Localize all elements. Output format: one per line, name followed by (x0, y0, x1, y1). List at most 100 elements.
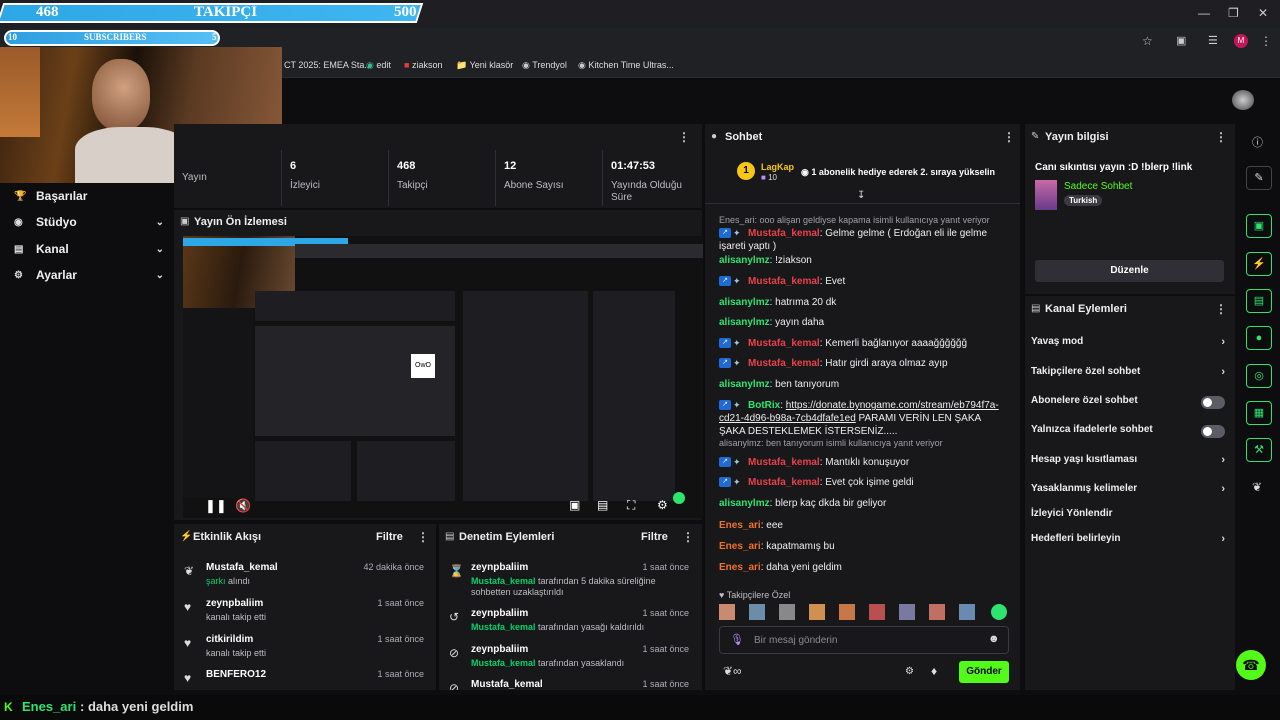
chat-username[interactable]: Enes_ari (719, 520, 761, 531)
banned-words-row[interactable]: Yasaklanmış kelimeler › (1031, 483, 1225, 503)
chat-username[interactable]: Mustafa_kemal (748, 228, 820, 239)
more-options-icon[interactable]: ⋮ (682, 530, 694, 544)
chat-username[interactable]: alisanylmz (719, 498, 770, 509)
chat-username[interactable]: Mustafa_kemal (748, 338, 820, 349)
bookmark-item[interactable]: ■ ziakson (404, 60, 442, 70)
collapse-icon[interactable]: ↧ (857, 190, 865, 201)
subscribers-only-toggle[interactable] (1201, 396, 1225, 409)
document-icon[interactable]: ▤ (1246, 289, 1272, 313)
pinned-gift-leaderboard[interactable]: 1 LagKap ■ 10 ◉ 1 abonelik hediye ederek… (705, 152, 1020, 204)
emotes-only-row[interactable]: Yalnızca ifadelerle sohbet (1031, 424, 1225, 444)
emote[interactable] (991, 604, 1007, 620)
send-button[interactable]: Gönder (959, 661, 1009, 683)
more-options-icon[interactable]: ⋮ (1003, 130, 1015, 144)
media-icon[interactable]: ☰ (1208, 34, 1218, 47)
sidebar-item-studyo[interactable]: ◉ Stüdyo ⌄ (14, 212, 164, 232)
host-viewers-row[interactable]: İzleyici Yönlendir (1031, 508, 1225, 528)
emote[interactable] (809, 604, 825, 620)
emote[interactable] (929, 604, 945, 620)
settings-icon[interactable]: ⚙ (657, 498, 668, 512)
bot-icon[interactable]: ♦ (931, 664, 937, 678)
restore-icon[interactable]: ❐ (1228, 6, 1239, 20)
sidebar-item-ayarlar[interactable]: ⚙ Ayarlar ⌄ (14, 265, 164, 285)
chat-username[interactable]: Mustafa_kemal (748, 477, 820, 488)
menu-icon[interactable]: ⋮ (1260, 34, 1272, 48)
stream-preview-video[interactable]: OwO ❚❚ 🔇 ▣ ▤ ⛶ ⚙ (183, 236, 703, 518)
more-options-icon[interactable]: ⋮ (678, 130, 690, 144)
star-icon[interactable]: ☆ (1142, 34, 1153, 48)
close-icon[interactable]: ✕ (1258, 6, 1268, 20)
chat-input[interactable]: 🎙 Bir mesaj gönderin ☻ (719, 626, 1009, 654)
bookmark-item[interactable]: ◉ edit (366, 60, 391, 71)
account-age-row[interactable]: Hesap yaşı kısıtlaması › (1031, 454, 1225, 474)
chat-username[interactable]: Mustafa_kemal (748, 457, 820, 468)
browser-icon[interactable]: ▦ (1246, 401, 1272, 425)
followers-only-row[interactable]: Takipçilere özel sohbet › (1031, 366, 1225, 386)
support-icon[interactable]: ☎ (1236, 650, 1266, 680)
chat-username[interactable]: BotRix (748, 400, 780, 411)
profile-avatar[interactable]: M (1234, 34, 1248, 48)
edit-icon[interactable]: ✎ (1246, 166, 1272, 190)
chat-username[interactable]: Enes_ari (719, 541, 761, 552)
chart-icon: ▤ (14, 243, 24, 255)
bookmark-item[interactable]: ◉ Kitchen Time Ultras... (578, 60, 674, 71)
pause-icon[interactable]: ❚❚ (205, 498, 227, 514)
slow-mode-row[interactable]: Yavaş mod › (1031, 336, 1225, 356)
emoji-icon[interactable]: ☻ (988, 633, 1000, 645)
emote[interactable] (779, 604, 795, 620)
user-avatar[interactable] (1232, 90, 1254, 110)
more-options-icon[interactable]: ⋮ (417, 530, 429, 544)
theater-icon[interactable]: ▤ (597, 498, 608, 512)
chat-username[interactable]: Mustafa_kemal (748, 358, 820, 369)
chat-message: alisanylmz: ben tanıyorum (719, 378, 1009, 391)
chat-username[interactable]: Enes_ari (719, 562, 761, 573)
activity-filter-button[interactable]: Filtre (376, 531, 403, 543)
minimize-icon[interactable]: — (1198, 6, 1210, 20)
more-options-icon[interactable]: ⋮ (1215, 302, 1227, 316)
wrench-icon[interactable]: ⚒ (1246, 438, 1272, 462)
chat-settings-icon[interactable]: ⚙ (905, 666, 914, 677)
badge-icon: ↗ (719, 477, 731, 488)
emote[interactable] (839, 604, 855, 620)
mute-icon[interactable]: 🔇 (235, 498, 251, 514)
chat-message: ↗ ✦ Mustafa_kemal: Gelme gelme ( Erdoğan e… (719, 227, 1009, 253)
chat-username[interactable]: alisanylmz (719, 379, 770, 390)
chat-icon[interactable]: ● (1246, 326, 1272, 350)
fullscreen-icon[interactable]: ⛶ (627, 498, 635, 513)
points-icon[interactable]: ❦∞ (723, 664, 742, 678)
extensions-icon[interactable]: ▣ (1176, 34, 1186, 47)
chat-text: : eee (760, 520, 783, 531)
set-goals-row[interactable]: Hedefleri belirleyin › (1031, 533, 1225, 553)
emote[interactable] (959, 604, 975, 620)
lightning-icon[interactable]: ⚡ (1246, 252, 1272, 276)
chat-username[interactable]: alisanylmz (719, 297, 770, 308)
clip-icon[interactable]: ▣ (1246, 214, 1272, 238)
subscribers-only-row[interactable]: Abonelere özel sohbet (1031, 395, 1225, 415)
stream-category[interactable]: Sadece Sohbet (1064, 181, 1132, 192)
chat-text: : ben tanıyorum (769, 379, 840, 390)
chat-username[interactable]: alisanylmz (719, 255, 770, 266)
sidebar-item-kanal[interactable]: ▤ Kanal ⌄ (14, 239, 164, 259)
chat-message: alisanylmz: yayın daha (719, 316, 1009, 329)
chat-input-placeholder: Bir mesaj gönderin (754, 635, 838, 646)
emotes-only-toggle[interactable] (1201, 425, 1225, 438)
emote[interactable] (749, 604, 765, 620)
bookmark-item[interactable]: 📁 Yeni klasör (456, 60, 513, 71)
chat-bubble-icon: ● (711, 131, 718, 142)
pip-icon[interactable]: ▣ (569, 498, 580, 512)
moderation-filter-button[interactable]: Filtre (641, 531, 668, 543)
microphone-icon[interactable]: 🎙 (730, 633, 744, 646)
edit-stream-button[interactable]: Düzenle (1035, 260, 1224, 282)
emote[interactable] (719, 604, 735, 620)
chat-username[interactable]: alisanylmz (719, 317, 770, 328)
emote[interactable] (899, 604, 915, 620)
more-options-icon[interactable]: ⋮ (1215, 130, 1227, 144)
info-icon[interactable]: ⓘ (1252, 134, 1263, 150)
shapes-icon[interactable]: ❦ (1252, 480, 1262, 494)
bookmark-item[interactable]: ◉ Trendyol (522, 60, 567, 71)
bookmark-item[interactable]: CT 2025: EMEA Sta... (284, 60, 372, 70)
broadcast-icon[interactable]: ◎ (1246, 364, 1272, 388)
sidebar-item-basarilar[interactable]: 🏆 Başarılar (14, 186, 164, 206)
emote[interactable] (869, 604, 885, 620)
chat-username[interactable]: Mustafa_kemal (748, 276, 820, 287)
